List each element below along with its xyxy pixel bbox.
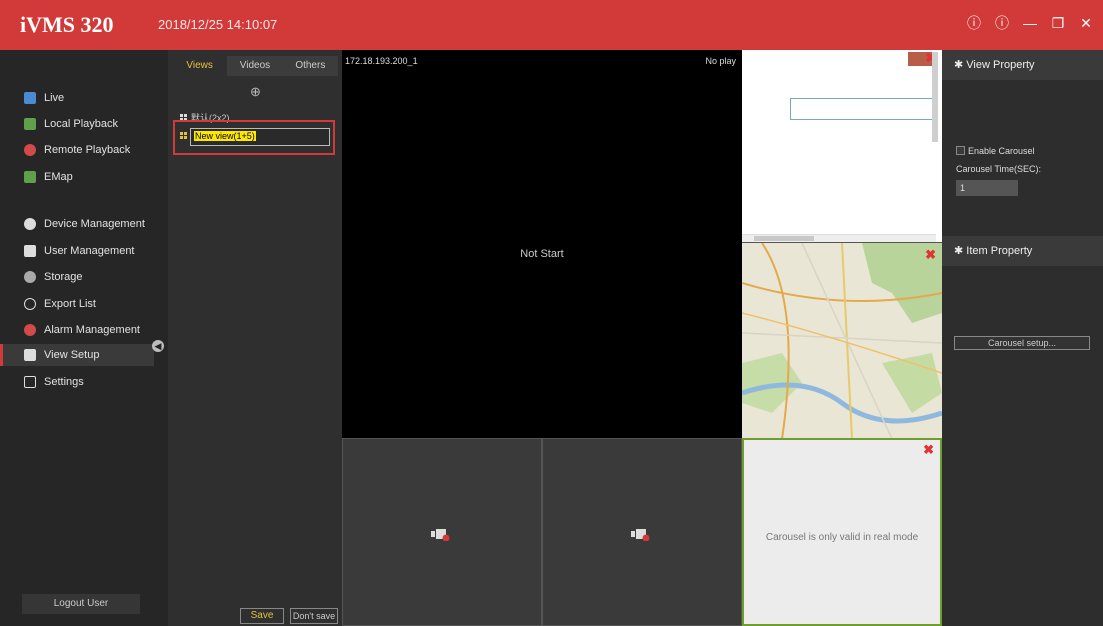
add-view-icon[interactable]: ⊕	[250, 84, 261, 100]
app-title: iVMS 320	[20, 12, 114, 37]
not-start-label: Not Start	[520, 248, 564, 260]
camera-ip-label: 172.18.193.200_1	[345, 56, 418, 66]
play-status-label: No play	[705, 56, 736, 66]
enable-carousel-checkbox[interactable]	[956, 146, 965, 155]
web-page-cell[interactable]: ✖	[742, 50, 942, 242]
view-setup-icon	[24, 349, 36, 361]
storage-icon	[24, 271, 36, 283]
tab-views[interactable]: Views	[172, 56, 228, 76]
dont-save-button[interactable]: Don't save	[290, 608, 338, 624]
carousel-setup-button[interactable]: Carousel setup...	[954, 336, 1090, 350]
gear-icon: ✱	[954, 245, 964, 257]
sidebar-item-alarm-management[interactable]: Alarm Management	[0, 319, 154, 341]
sidebar-item-label: Remote Playback	[44, 144, 131, 156]
minimize-icon[interactable]: —	[1021, 13, 1039, 33]
sidebar-item-label: User Management	[44, 245, 135, 257]
map-cell[interactable]: ✖	[742, 242, 942, 438]
sidebar-item-label: Local Playback	[44, 118, 118, 130]
window-controls: ⓘ ⓘ — ❐ ✕	[965, 13, 1095, 33]
tab-others[interactable]: Others	[282, 56, 338, 76]
vertical-scrollbar[interactable]	[932, 52, 938, 142]
sidebar-item-label: Settings	[44, 376, 84, 388]
logout-button[interactable]: Logout User	[22, 594, 140, 614]
video-cell-main[interactable]: 172.18.193.200_1 No play Not Start	[342, 50, 742, 438]
sidebar-item-local-playback[interactable]: Local Playback	[0, 113, 154, 135]
sidebar-item-emap[interactable]: EMap	[0, 166, 154, 188]
emap-icon	[24, 171, 36, 183]
sidebar-item-storage[interactable]: Storage	[0, 266, 154, 288]
help-icon[interactable]: ⓘ	[993, 13, 1011, 33]
view-property-header: ✱ View Property	[942, 50, 1103, 80]
view-list-panel: Views Videos Others ⊕ 默认(2x2) New view(1…	[168, 50, 342, 626]
datetime-display: 2018/12/25 14:10:07	[158, 17, 278, 32]
gear-icon: ✱	[954, 59, 964, 71]
close-icon[interactable]: ✕	[1077, 13, 1095, 33]
sidebar-item-device-management[interactable]: Device Management	[0, 213, 154, 235]
horizontal-scrollbar[interactable]	[742, 234, 936, 242]
sidebar-item-export-list[interactable]: Export List	[0, 293, 154, 315]
sidebar-item-settings[interactable]: Settings	[0, 371, 154, 393]
alarm-management-icon	[24, 324, 36, 336]
sidebar-item-label: Device Management	[44, 218, 145, 230]
sidebar-item-label: Live	[44, 92, 65, 104]
export-list-icon	[24, 298, 36, 310]
close-icon[interactable]: ✖	[923, 442, 934, 458]
remote-playback-icon	[24, 144, 36, 156]
carousel-message: Carousel is only valid in real mode	[765, 532, 919, 543]
tab-videos[interactable]: Videos	[227, 56, 283, 76]
close-icon[interactable]: ✖	[925, 247, 936, 263]
grid-layout-icon	[180, 132, 187, 139]
no-camera-icon	[631, 529, 650, 541]
carousel-cell[interactable]: ✖ Carousel is only valid in real mode	[742, 438, 942, 626]
video-cell-empty-2[interactable]	[542, 438, 742, 626]
carousel-time-input[interactable]: 1	[956, 180, 1018, 196]
sidebar-item-view-setup[interactable]: View Setup	[0, 344, 154, 366]
sidebar-item-label: Export List	[44, 298, 96, 310]
view-name-text: New view(1+5)	[194, 131, 256, 141]
view-name-input[interactable]: New view(1+5)	[190, 128, 330, 146]
live-icon	[24, 92, 36, 104]
carousel-time-label: Carousel Time(SEC):	[956, 164, 1042, 174]
sidebar-item-live[interactable]: Live	[0, 87, 154, 109]
view-tabs: Views Videos Others	[172, 56, 338, 76]
sidebar-item-user-management[interactable]: User Management	[0, 240, 154, 262]
sidebar-item-label: Storage	[44, 271, 83, 283]
no-camera-icon	[431, 529, 450, 541]
view-property-title: View Property	[966, 59, 1035, 71]
local-playback-icon	[24, 118, 36, 130]
sidebar-item-label: Alarm Management	[44, 324, 140, 336]
sidebar-item-remote-playback[interactable]: Remote Playback	[0, 139, 154, 161]
video-cell-empty-1[interactable]	[342, 438, 542, 626]
title-bar: iVMS 320 2018/12/25 14:10:07 ⓘ ⓘ — ❐ ✕	[0, 0, 1103, 50]
map-image	[742, 243, 942, 438]
sidebar-item-label: EMap	[44, 171, 73, 183]
properties-panel: ✱ View Property Enable Carousel Carousel…	[942, 50, 1103, 626]
web-search-input[interactable]	[790, 98, 935, 120]
sidebar: Live Local Playback Remote Playback EMap…	[0, 50, 168, 626]
item-property-header: ✱ Item Property	[942, 236, 1103, 266]
item-property-title: Item Property	[966, 245, 1033, 257]
enable-carousel-label: Enable Carousel	[968, 146, 1035, 156]
restore-icon[interactable]: ❐	[1049, 13, 1067, 33]
save-button[interactable]: Save	[240, 608, 284, 624]
info-icon[interactable]: ⓘ	[965, 13, 983, 33]
user-management-icon	[24, 245, 36, 257]
settings-icon	[24, 376, 36, 388]
collapse-sidebar-icon[interactable]: ◀	[152, 340, 164, 352]
device-management-icon	[24, 218, 36, 230]
sidebar-item-label: View Setup	[44, 349, 100, 361]
